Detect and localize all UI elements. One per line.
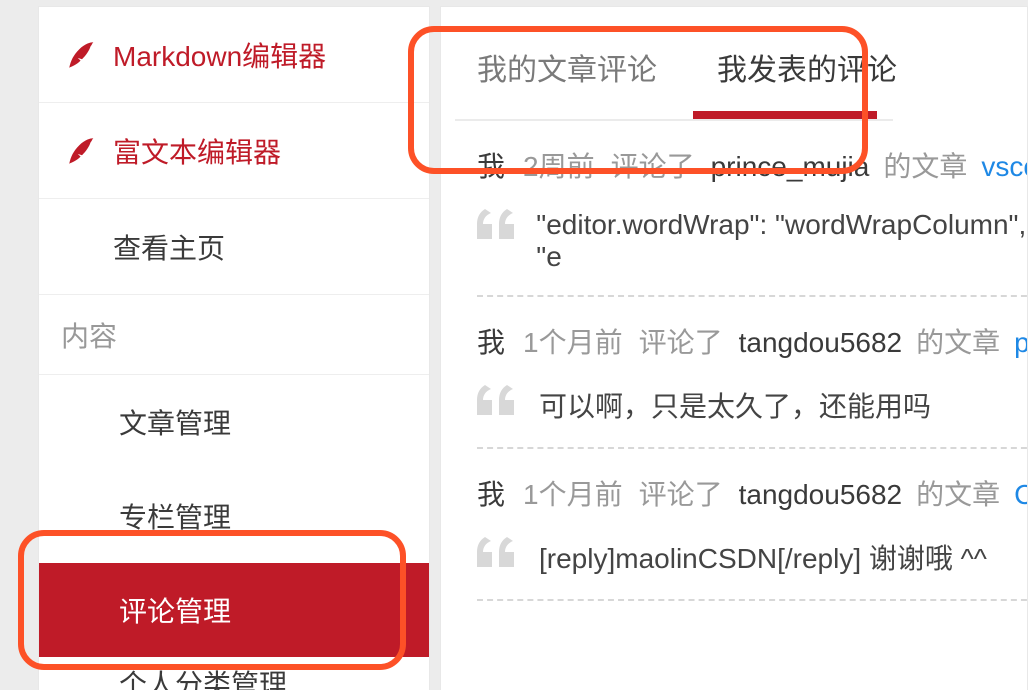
comment-suffix: 的文章	[916, 473, 1000, 513]
sidebar-item-richtext-editor[interactable]: 富文本编辑器	[39, 103, 429, 199]
quote-icon	[477, 537, 521, 567]
sidebar-item-view-home[interactable]: 查看主页	[39, 199, 429, 295]
comment-header: 我 2周前 评论了 prince_mujia 的文章 vscode	[477, 145, 1027, 185]
sidebar-item-label: 富文本编辑器	[113, 131, 281, 171]
main-panel: 我的文章评论 我发表的评论 我 2周前 评论了 prince_mujia 的文章…	[440, 6, 1028, 690]
tabs: 我的文章评论 我发表的评论	[441, 45, 1027, 119]
sidebar-item-comments[interactable]: 评论管理	[39, 563, 429, 657]
quote-icon	[477, 385, 521, 415]
comment-time: 1个月前	[523, 321, 623, 361]
comment-item: 我 2周前 评论了 prince_mujia 的文章 vscode "edito…	[441, 121, 1027, 295]
feather-icon	[65, 134, 99, 168]
sidebar-item-label: 个人分类管理	[119, 663, 287, 690]
sidebar: Markdown编辑器 富文本编辑器 查看主页 内容 文章管理 专栏管理 评论管…	[38, 6, 430, 690]
comment-suffix: 的文章	[883, 145, 967, 185]
sidebar-item-label: 文章管理	[119, 402, 231, 442]
sidebar-item-label: 查看主页	[113, 227, 225, 267]
comment-body: "editor.wordWrap": "wordWrapColumn", "e	[477, 185, 1027, 295]
comment-user-link[interactable]: prince_mujia	[711, 151, 870, 183]
sidebar-item-label: Markdown编辑器	[113, 35, 326, 75]
sidebar-item-markdown-editor[interactable]: Markdown编辑器	[39, 7, 429, 103]
comment-article-link[interactable]: pytho	[1014, 327, 1027, 359]
comment-suffix: 的文章	[916, 321, 1000, 361]
comment-text: [reply]maolinCSDN[/reply] 谢谢哦 ^^	[539, 537, 987, 577]
feather-icon	[65, 38, 99, 72]
comment-time: 1个月前	[523, 473, 623, 513]
sidebar-item-categories[interactable]: 个人分类管理	[39, 657, 429, 690]
comment-user-link[interactable]: tangdou5682	[739, 327, 903, 359]
comment-item: 我 1个月前 评论了 tangdou5682 的文章 CSD [reply]ma…	[441, 449, 1027, 599]
comment-body: [reply]maolinCSDN[/reply] 谢谢哦 ^^	[477, 513, 1027, 599]
comment-text: "editor.wordWrap": "wordWrapColumn", "e	[536, 209, 1027, 273]
sidebar-item-articles[interactable]: 文章管理	[39, 375, 429, 469]
comment-item: 我 1个月前 评论了 tangdou5682 的文章 pytho 可以啊，只是太…	[441, 297, 1027, 447]
comment-body: 可以啊，只是太久了，还能用吗	[477, 361, 1027, 447]
sidebar-item-label: 评论管理	[119, 590, 231, 630]
me-label: 我	[477, 145, 505, 185]
comment-header: 我 1个月前 评论了 tangdou5682 的文章 CSD	[477, 473, 1027, 513]
comment-article-link[interactable]: vscode	[981, 151, 1027, 183]
sidebar-section-title: 内容	[39, 295, 429, 375]
comment-article-link[interactable]: CSD	[1014, 479, 1027, 511]
comment-time: 2周前	[523, 145, 595, 185]
tab-my-posted-comments[interactable]: 我发表的评论	[717, 45, 897, 119]
comment-text: 可以啊，只是太久了，还能用吗	[539, 385, 931, 425]
comment-verb: 评论了	[639, 473, 723, 513]
quote-icon	[477, 209, 518, 239]
me-label: 我	[477, 473, 505, 513]
comment-header: 我 1个月前 评论了 tangdou5682 的文章 pytho	[477, 321, 1027, 361]
comment-verb: 评论了	[639, 321, 723, 361]
comment-user-link[interactable]: tangdou5682	[739, 479, 903, 511]
comment-verb: 评论了	[611, 145, 695, 185]
tab-my-article-comments[interactable]: 我的文章评论	[477, 45, 657, 119]
sidebar-item-label: 专栏管理	[119, 496, 231, 536]
comment-separator	[477, 599, 1028, 601]
me-label: 我	[477, 321, 505, 361]
sidebar-item-columns[interactable]: 专栏管理	[39, 469, 429, 563]
